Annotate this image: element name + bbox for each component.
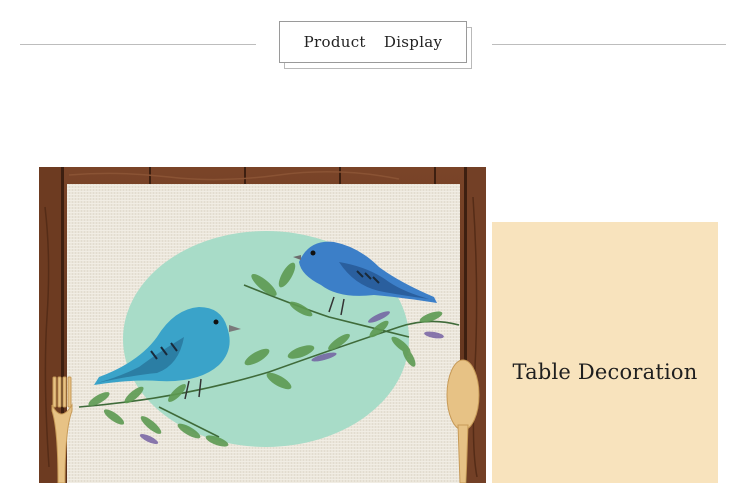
left-divider-line	[20, 44, 256, 45]
section-title: Product Display	[279, 21, 467, 63]
table-decoration-panel: Table Decoration	[492, 222, 718, 483]
table-decoration-label: Table Decoration	[512, 360, 698, 384]
product-photo	[39, 167, 486, 483]
right-divider-line	[492, 44, 726, 45]
